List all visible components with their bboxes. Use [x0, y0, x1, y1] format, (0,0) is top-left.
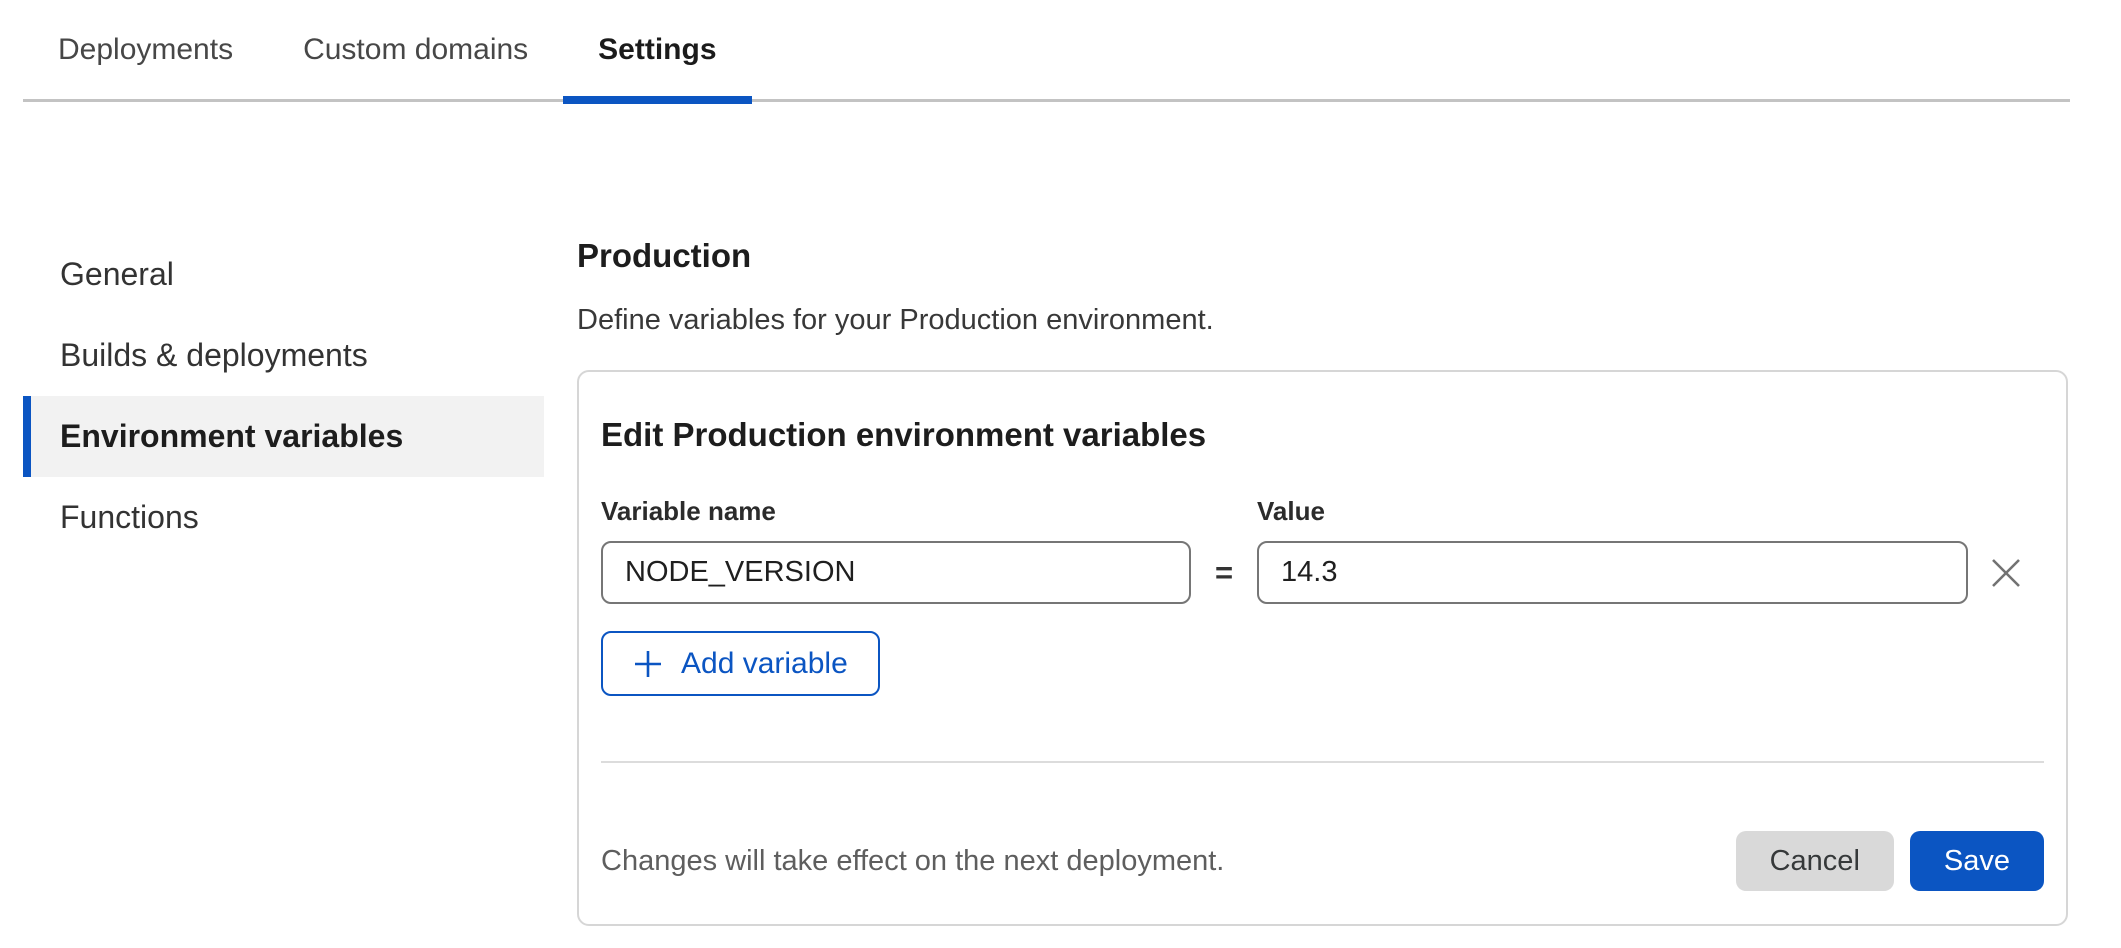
variable-name-label: Variable name — [601, 496, 1191, 526]
variable-name-input[interactable] — [601, 541, 1191, 604]
card-divider — [601, 761, 2044, 763]
settings-sidebar: General Builds & deployments Environment… — [23, 234, 544, 558]
value-label: Value — [1257, 496, 1968, 526]
sidebar-item-builds-deployments[interactable]: Builds & deployments — [23, 315, 544, 396]
page-subtitle: Define variables for your Production env… — [577, 300, 2068, 340]
close-icon — [1987, 554, 2025, 592]
tab-deployments[interactable]: Deployments — [23, 13, 268, 99]
add-variable-label: Add variable — [681, 647, 848, 681]
environment-variables-card: Edit Production environment variables Va… — [577, 370, 2068, 926]
tab-custom-domains[interactable]: Custom domains — [268, 13, 563, 99]
equals-sign: = — [1191, 555, 1257, 591]
tab-bar: Deployments Custom domains Settings — [23, 13, 2070, 102]
variable-editor-row: Variable name Value = — [601, 496, 2044, 604]
sidebar-item-environment-variables[interactable]: Environment variables — [23, 396, 544, 477]
sidebar-item-general[interactable]: General — [23, 234, 544, 315]
page-title: Production — [577, 236, 2068, 276]
tab-settings[interactable]: Settings — [563, 13, 751, 99]
cancel-button[interactable]: Cancel — [1736, 831, 1894, 891]
card-title: Edit Production environment variables — [601, 414, 2044, 456]
sidebar-item-functions[interactable]: Functions — [23, 477, 544, 558]
remove-variable-button[interactable] — [1981, 548, 2031, 598]
plus-icon — [633, 649, 663, 679]
save-button[interactable]: Save — [1910, 831, 2044, 891]
main-panel: Production Define variables for your Pro… — [577, 234, 2068, 926]
variable-value-input[interactable] — [1257, 541, 1968, 604]
settings-page: General Builds & deployments Environment… — [0, 234, 2121, 926]
deployment-note: Changes will take effect on the next dep… — [601, 845, 1224, 878]
card-footer: Changes will take effect on the next dep… — [601, 831, 2044, 891]
add-variable-button[interactable]: Add variable — [601, 631, 880, 696]
